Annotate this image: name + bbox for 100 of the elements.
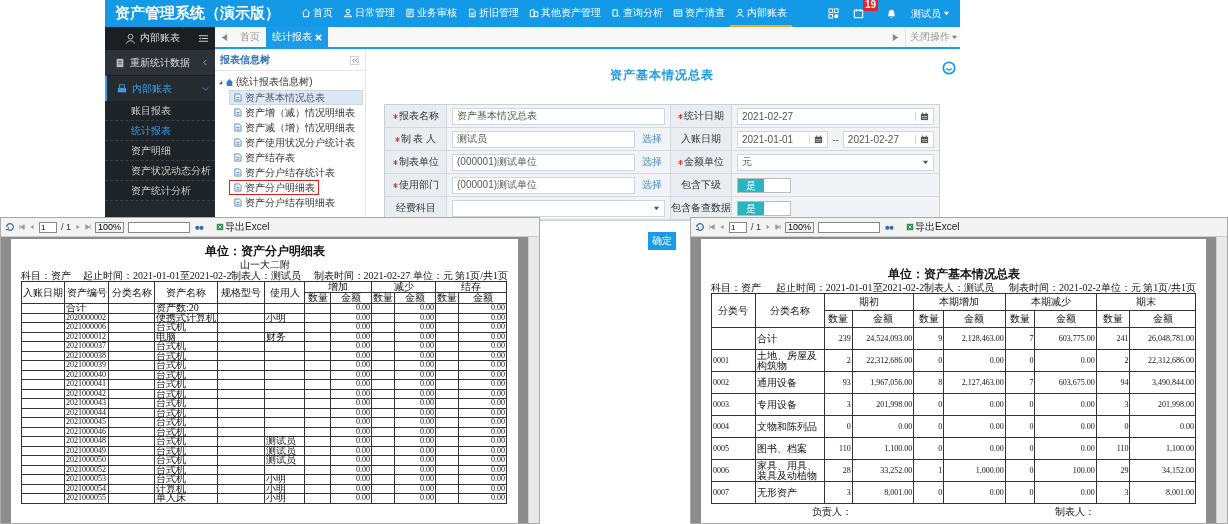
collapse-icon[interactable] bbox=[350, 55, 359, 65]
tree-item[interactable]: 资产基本情况总表 bbox=[229, 90, 363, 105]
text-field[interactable]: (000001)测试单位 bbox=[452, 176, 635, 194]
next-page-icon[interactable] bbox=[75, 224, 81, 230]
search-field[interactable] bbox=[128, 221, 191, 233]
table-cell: 单人床 bbox=[154, 493, 218, 503]
table-cell: 3 bbox=[824, 393, 853, 416]
date-field[interactable]: 2021-02-27 bbox=[737, 107, 934, 125]
tree-item[interactable]: 资产增（减）情况明细表 bbox=[229, 105, 363, 120]
text-field[interactable]: (000001)测试单位 bbox=[452, 153, 635, 171]
previous-page-icon[interactable] bbox=[29, 224, 35, 230]
tree-item[interactable]: 资产分户明细表 bbox=[229, 180, 319, 195]
tree-item[interactable]: 资产结存表 bbox=[229, 150, 363, 165]
table-cell: 合计 bbox=[755, 327, 825, 350]
text-field[interactable]: 资产基本情况总表 bbox=[452, 107, 665, 125]
table-cell: 0.00 bbox=[394, 408, 436, 418]
table-cell: 2021000006 bbox=[64, 322, 109, 332]
next-page-icon[interactable] bbox=[765, 224, 771, 230]
sidebar-item[interactable]: 重新统计数据 bbox=[105, 49, 215, 75]
table-cell: 计算机 bbox=[154, 484, 218, 494]
sidebar-subitem[interactable]: 账目报表 bbox=[105, 101, 215, 121]
table-cell: 0.00 bbox=[458, 474, 507, 484]
tree-item[interactable]: 资产减（增）情况明细表 bbox=[229, 120, 363, 135]
text-field[interactable]: 测试员 bbox=[452, 130, 635, 148]
table-cell: 台式机 bbox=[154, 341, 218, 351]
table-cell: 1 bbox=[913, 459, 944, 482]
zoom-select[interactable]: 100% bbox=[95, 221, 125, 233]
table-cell: 0.00 bbox=[458, 408, 507, 418]
column-header: 分类号 bbox=[711, 293, 756, 328]
sidebar-subitem[interactable]: 资产状况动态分析 bbox=[105, 161, 215, 181]
first-page-icon[interactable] bbox=[19, 224, 25, 230]
document-icon bbox=[233, 93, 242, 102]
scroll-right-icon[interactable] bbox=[891, 32, 900, 42]
table-cell: 台式机 bbox=[154, 379, 218, 389]
sidebar-subitem[interactable]: 资产统计分析 bbox=[105, 181, 215, 201]
table-cell: 0.00 bbox=[458, 322, 507, 332]
table-cell: 603,675.00 bbox=[1034, 371, 1097, 394]
previous-page-icon[interactable] bbox=[719, 224, 725, 230]
export-excel-button[interactable]: 导出Excel bbox=[216, 220, 270, 234]
document-icon bbox=[233, 123, 242, 132]
page-field[interactable]: 1 bbox=[729, 221, 747, 233]
home-icon bbox=[225, 77, 234, 87]
last-page-icon[interactable] bbox=[85, 224, 91, 230]
bell-icon[interactable] bbox=[886, 8, 897, 19]
column-header: 数量 bbox=[1005, 310, 1035, 328]
expand-icon[interactable] bbox=[218, 79, 223, 85]
table-cell: 台式机 bbox=[154, 351, 218, 361]
table-cell: 0.00 bbox=[458, 417, 507, 427]
table-cell: 0.00 bbox=[330, 436, 372, 446]
zoom-select[interactable]: 100% bbox=[785, 221, 815, 233]
dropdown-field[interactable]: 元 bbox=[737, 153, 934, 171]
scroll-left-icon[interactable] bbox=[220, 32, 229, 42]
tree-item[interactable]: 资产分户结存明细表 bbox=[229, 195, 363, 210]
table-cell: 0.00 bbox=[458, 484, 507, 494]
table-cell: 0 bbox=[824, 415, 853, 438]
table-cell: 0.00 bbox=[458, 360, 507, 370]
table-cell: 0.00 bbox=[330, 379, 372, 389]
refresh-icon[interactable] bbox=[5, 222, 15, 232]
close-icon[interactable] bbox=[315, 33, 322, 41]
table-cell: 0.00 bbox=[330, 322, 372, 332]
table-cell: 3 bbox=[1096, 481, 1130, 504]
field-label: 制 表 人 bbox=[385, 128, 447, 151]
table-cell: 3,490,844.00 bbox=[1129, 371, 1196, 394]
smile-icon[interactable] bbox=[942, 61, 956, 75]
apps-icon[interactable] bbox=[828, 8, 839, 19]
table-cell: 0.00 bbox=[394, 351, 436, 361]
scrollbar[interactable] bbox=[528, 237, 539, 523]
menu-icon[interactable] bbox=[198, 32, 209, 44]
table-cell: 台式机 bbox=[154, 474, 218, 484]
table-cell: 2021000043 bbox=[64, 398, 109, 408]
list-icon bbox=[673, 7, 683, 18]
search-field[interactable] bbox=[818, 221, 881, 233]
tree-root-label[interactable]: (统计报表信息树) bbox=[236, 75, 313, 89]
date-field[interactable]: 2021-01-01 bbox=[737, 130, 829, 148]
caret-icon bbox=[943, 10, 950, 17]
tree-item[interactable]: 资产使用状况分户统计表 bbox=[229, 135, 363, 150]
table-cell: 2021000037 bbox=[64, 341, 109, 351]
date-field[interactable]: 2021-02-27 bbox=[842, 130, 934, 148]
refresh-icon[interactable] bbox=[695, 222, 705, 232]
page-count: / 1 bbox=[61, 222, 71, 232]
table-cell: 603,775.00 bbox=[1034, 327, 1097, 350]
first-page-icon[interactable] bbox=[709, 224, 715, 230]
export-excel-button[interactable]: 导出Excel bbox=[906, 220, 960, 234]
sidebar-subitem[interactable]: 资产明细 bbox=[105, 141, 215, 161]
table-cell: 1,100.00 bbox=[1129, 437, 1196, 460]
sidebar-item[interactable]: 内部账表 bbox=[105, 75, 215, 101]
sidebar-subitem[interactable]: 统计报表 bbox=[105, 121, 215, 141]
report-title: 资产基本情况总表 bbox=[610, 67, 714, 84]
page-field[interactable]: 1 bbox=[39, 221, 57, 233]
table-cell: 9 bbox=[913, 327, 944, 350]
table-cell: 0.00 bbox=[943, 349, 1006, 372]
last-page-icon[interactable] bbox=[775, 224, 781, 230]
tree-item[interactable]: 资产分户结存统计表 bbox=[229, 165, 363, 180]
table-cell: 0007 bbox=[711, 481, 756, 504]
column-group-header: 本期减少 bbox=[1005, 293, 1097, 311]
table-cell: 0 bbox=[1005, 415, 1035, 438]
dropdown-field[interactable] bbox=[452, 199, 665, 217]
table-cell: 110 bbox=[1096, 437, 1130, 460]
table-cell: 小明 bbox=[264, 474, 305, 484]
scrollbar[interactable] bbox=[1216, 237, 1227, 523]
